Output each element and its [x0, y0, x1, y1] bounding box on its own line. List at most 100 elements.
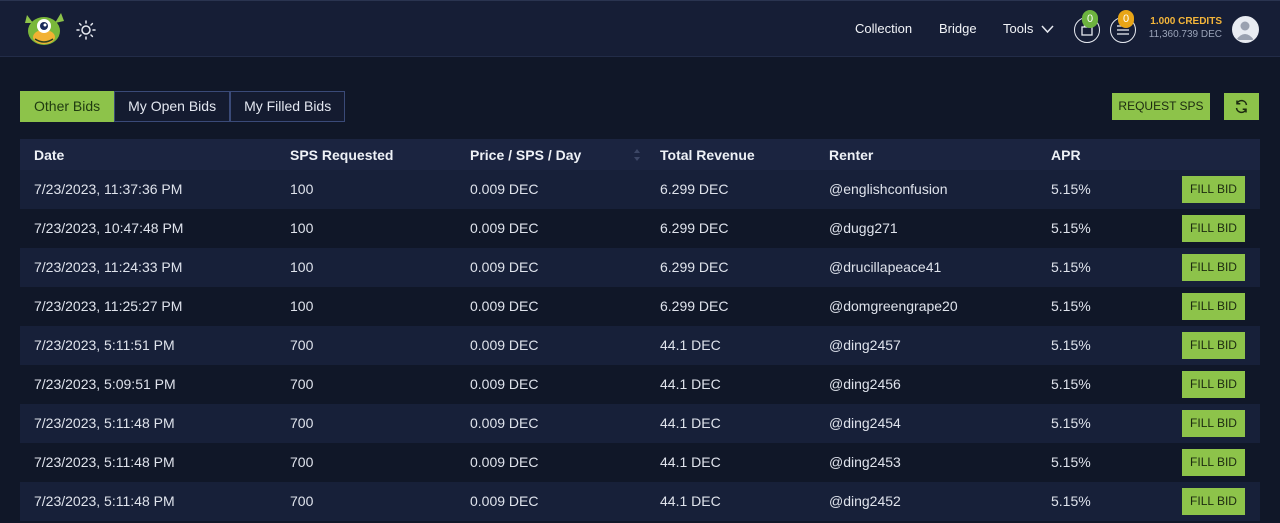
cell-apr: 5.15%: [1051, 298, 1091, 314]
column-header-date[interactable]: Date: [34, 147, 64, 163]
table-body: 7/23/2023, 11:37:36 PM 100 0.009 DEC 6.2…: [20, 170, 1260, 521]
cell-price: 0.009 DEC: [470, 220, 539, 236]
cell-total-revenue: 6.299 DEC: [660, 298, 729, 314]
request-sps-button[interactable]: REQUEST SPS: [1112, 93, 1210, 120]
fill-bid-button[interactable]: FILL BID: [1182, 488, 1245, 515]
cell-renter: @domgreengrape20: [829, 298, 958, 314]
cell-total-revenue: 44.1 DEC: [660, 415, 721, 431]
table-row: 7/23/2023, 5:11:51 PM 700 0.009 DEC 44.1…: [20, 326, 1260, 365]
cell-date: 7/23/2023, 11:37:36 PM: [34, 181, 183, 197]
cell-price: 0.009 DEC: [470, 259, 539, 275]
nav-collection-link[interactable]: Collection: [855, 21, 912, 36]
cell-price: 0.009 DEC: [470, 181, 539, 197]
cell-apr: 5.15%: [1051, 259, 1091, 275]
cell-renter: @ding2454: [829, 415, 901, 431]
cell-sps-requested: 700: [290, 493, 314, 509]
cell-price: 0.009 DEC: [470, 415, 539, 431]
theme-toggle-sun-icon[interactable]: [76, 20, 96, 40]
cell-total-revenue: 6.299 DEC: [660, 259, 729, 275]
cell-sps-requested: 700: [290, 454, 314, 470]
cell-date: 7/23/2023, 5:11:48 PM: [34, 493, 175, 509]
user-icon: [1236, 21, 1254, 40]
tab-my-filled-bids[interactable]: My Filled Bids: [230, 91, 346, 122]
tab-my-open-bids[interactable]: My Open Bids: [114, 91, 231, 122]
nav-bridge-link[interactable]: Bridge: [939, 21, 977, 36]
user-avatar[interactable]: [1232, 16, 1259, 43]
fill-bid-button[interactable]: FILL BID: [1182, 371, 1245, 398]
refresh-icon: [1235, 99, 1248, 114]
cell-sps-requested: 700: [290, 415, 314, 431]
cell-price: 0.009 DEC: [470, 337, 539, 353]
cell-renter: @ding2453: [829, 454, 901, 470]
column-header-renter[interactable]: Renter: [829, 147, 873, 163]
fill-bid-button[interactable]: FILL BID: [1182, 293, 1245, 320]
cell-date: 7/23/2023, 10:47:48 PM: [34, 220, 184, 236]
cell-renter: @dugg271: [829, 220, 898, 236]
cell-total-revenue: 44.1 DEC: [660, 337, 721, 353]
credits-amount: 1.000 CREDITS: [1150, 16, 1222, 27]
top-navigation-bar: Collection Bridge Tools 0 0 1.000 CREDIT…: [0, 0, 1280, 57]
cell-sps-requested: 100: [290, 181, 314, 197]
cart-count-badge: 0: [1082, 10, 1098, 28]
cell-date: 7/23/2023, 5:11:51 PM: [34, 337, 175, 353]
credits-balance: 1.000 CREDITS 11,360.739 DEC: [1146, 16, 1222, 40]
cell-apr: 5.15%: [1051, 454, 1091, 470]
cell-price: 0.009 DEC: [470, 298, 539, 314]
column-header-apr[interactable]: APR: [1051, 147, 1081, 163]
cell-renter: @ding2456: [829, 376, 901, 392]
cell-sps-requested: 100: [290, 259, 314, 275]
table-row: 7/23/2023, 11:24:33 PM 100 0.009 DEC 6.2…: [20, 248, 1260, 287]
cell-total-revenue: 6.299 DEC: [660, 181, 729, 197]
cell-sps-requested: 100: [290, 298, 314, 314]
cell-date: 7/23/2023, 5:09:51 PM: [34, 376, 176, 392]
cell-sps-requested: 700: [290, 337, 314, 353]
dec-balance: 11,360.739 DEC: [1148, 29, 1222, 40]
cell-apr: 5.15%: [1051, 181, 1091, 197]
refresh-button[interactable]: [1224, 93, 1259, 120]
cell-renter: @ding2452: [829, 493, 901, 509]
fill-bid-button[interactable]: FILL BID: [1182, 332, 1245, 359]
table-row: 7/23/2023, 5:11:48 PM 700 0.009 DEC 44.1…: [20, 482, 1260, 521]
cell-apr: 5.15%: [1051, 376, 1091, 392]
cell-date: 7/23/2023, 11:25:27 PM: [34, 298, 183, 314]
table-row: 7/23/2023, 11:37:36 PM 100 0.009 DEC 6.2…: [20, 170, 1260, 209]
cell-renter: @ding2457: [829, 337, 901, 353]
cell-apr: 5.15%: [1051, 415, 1091, 431]
fill-bid-button[interactable]: FILL BID: [1182, 254, 1245, 281]
nav-tools-menu[interactable]: Tools: [1003, 21, 1033, 36]
cell-price: 0.009 DEC: [470, 493, 539, 509]
table-row: 7/23/2023, 5:11:48 PM 700 0.009 DEC 44.1…: [20, 443, 1260, 482]
table-row: 7/23/2023, 10:47:48 PM 100 0.009 DEC 6.2…: [20, 209, 1260, 248]
cell-total-revenue: 6.299 DEC: [660, 220, 729, 236]
column-header-price[interactable]: Price / SPS / Day: [470, 147, 581, 163]
fill-bid-button[interactable]: FILL BID: [1182, 410, 1245, 437]
bids-table: Date SPS Requested Price / SPS / Day Tot…: [20, 139, 1260, 521]
fill-bid-button[interactable]: FILL BID: [1182, 449, 1245, 476]
cell-total-revenue: 44.1 DEC: [660, 376, 721, 392]
cell-sps-requested: 700: [290, 376, 314, 392]
cell-renter: @englishconfusion: [829, 181, 948, 197]
cell-date: 7/23/2023, 11:24:33 PM: [34, 259, 183, 275]
cell-total-revenue: 44.1 DEC: [660, 454, 721, 470]
bids-tab-group: Other Bids My Open Bids My Filled Bids: [20, 91, 346, 122]
cell-price: 0.009 DEC: [470, 454, 539, 470]
table-row: 7/23/2023, 5:09:51 PM 700 0.009 DEC 44.1…: [20, 365, 1260, 404]
cell-apr: 5.15%: [1051, 493, 1091, 509]
fill-bid-button[interactable]: FILL BID: [1182, 215, 1245, 242]
column-header-sps-requested[interactable]: SPS Requested: [290, 147, 393, 163]
fill-bid-button[interactable]: FILL BID: [1182, 176, 1245, 203]
list-count-badge: 0: [1118, 10, 1134, 28]
cell-price: 0.009 DEC: [470, 376, 539, 392]
tab-other-bids[interactable]: Other Bids: [20, 91, 115, 122]
cell-total-revenue: 44.1 DEC: [660, 493, 721, 509]
monster-logo-icon[interactable]: [21, 9, 67, 49]
cell-date: 7/23/2023, 5:11:48 PM: [34, 454, 175, 470]
cell-apr: 5.15%: [1051, 337, 1091, 353]
cell-renter: @drucillapeace41: [829, 259, 942, 275]
column-header-total-revenue[interactable]: Total Revenue: [660, 147, 755, 163]
sort-icon[interactable]: [633, 148, 641, 162]
cell-apr: 5.15%: [1051, 220, 1091, 236]
chevron-down-icon[interactable]: [1041, 24, 1054, 34]
table-header: Date SPS Requested Price / SPS / Day Tot…: [20, 139, 1260, 170]
cell-date: 7/23/2023, 5:11:48 PM: [34, 415, 175, 431]
